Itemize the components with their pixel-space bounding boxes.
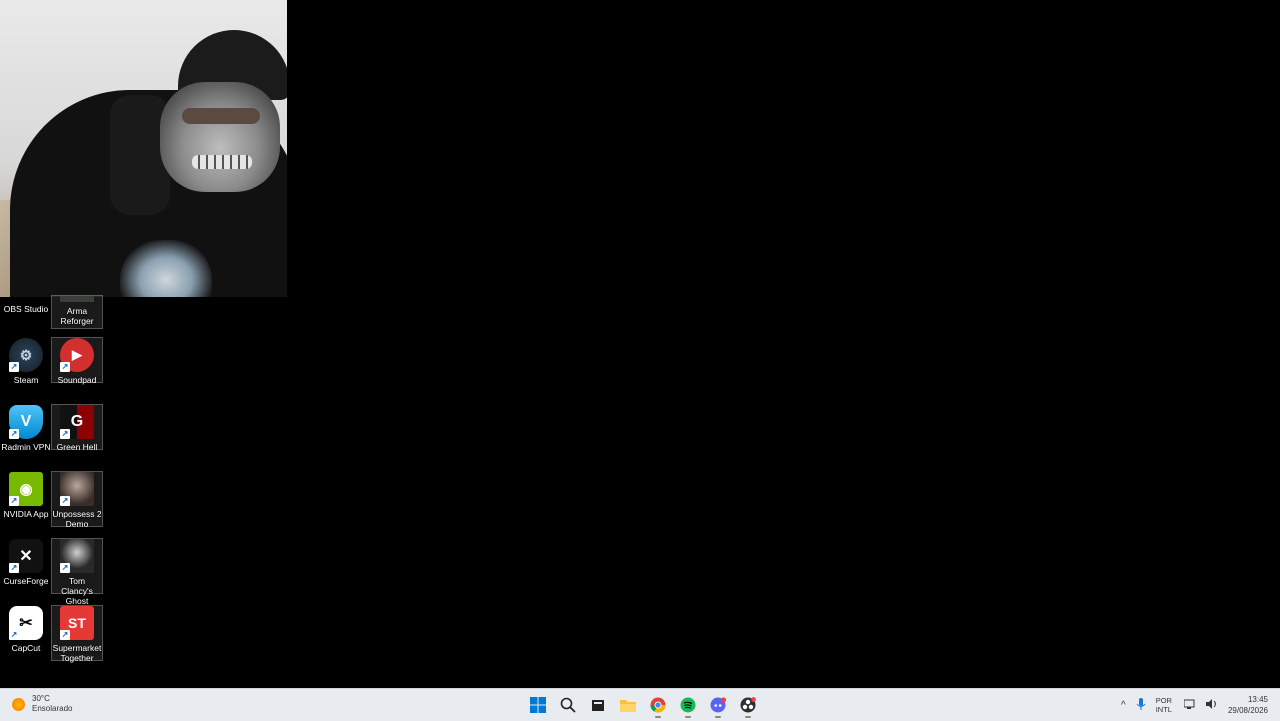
spotify-icon	[680, 697, 696, 713]
webcam-overlay	[0, 0, 287, 297]
desktop-icon-obs-studio[interactable]: OBS Studio	[0, 295, 52, 327]
keyboard-layout: INTL	[1155, 705, 1172, 714]
icon-label: CurseForge	[3, 576, 49, 586]
microphone-icon[interactable]	[1136, 697, 1146, 713]
nvidia-app-icon: ◉ ↗	[9, 472, 43, 506]
spotify-button[interactable]	[676, 693, 700, 718]
volume-icon[interactable]	[1205, 698, 1218, 712]
obs-button[interactable]	[736, 693, 760, 718]
obs-icon	[740, 697, 756, 713]
supermarket-together-icon: ST ↗	[60, 606, 94, 640]
language-code: POR	[1155, 696, 1172, 705]
mask-eyes	[182, 108, 260, 124]
task-view-button[interactable]	[586, 693, 610, 717]
clock-time: 13:45	[1247, 695, 1268, 704]
unpossess-icon: ↗	[60, 472, 94, 506]
sun-icon	[12, 697, 25, 711]
file-explorer-icon	[620, 700, 636, 712]
soundpad-icon: ▶ ↗	[60, 338, 94, 372]
mask-teeth	[192, 155, 252, 169]
steam-icon: ⚙ ↗	[9, 338, 43, 372]
weather-condition: Ensolarado	[32, 704, 73, 713]
desktop-icon-capcut[interactable]: ✂ ↗ CapCut	[0, 605, 52, 653]
chevron-up-icon[interactable]: ^	[1121, 700, 1126, 711]
desktop-icon-unpossess-2-demo[interactable]: ↗ Unpossess 2 Demo	[51, 471, 103, 529]
start-button[interactable]	[526, 693, 550, 717]
file-explorer-button[interactable]	[616, 693, 640, 717]
desktop-icon-steam[interactable]: ⚙ ↗ Steam	[0, 337, 52, 385]
taskbar-apps	[526, 693, 760, 718]
ghost-recon-icon: ↗	[60, 539, 94, 573]
clock[interactable]: 13:45 29/08/2026	[1228, 694, 1268, 716]
system-tray: ^ POR INTL 13:45 29/08/2026	[1121, 689, 1280, 721]
desktop-icon-supermarket-together[interactable]: ST ↗ Supermarket Together	[51, 605, 103, 663]
icon-label: Supermarket Together	[52, 643, 102, 663]
taskbar: 30°C Ensolarado ^ POR INTL 13:45 29/08/2…	[0, 688, 1280, 721]
skull-mask	[160, 82, 280, 192]
desktop-icon-soundpad[interactable]: ▶ ↗ Soundpad	[51, 337, 103, 385]
discord-icon	[710, 697, 726, 713]
desktop-icon-radmin-vpn[interactable]: V ↗ Radmin VPN	[0, 404, 52, 452]
arma-reforger-icon	[60, 296, 94, 302]
desktop-icon-ghost-recon[interactable]: ↗ Tom Clancy's Ghost Reco...	[51, 538, 103, 616]
clock-date: 29/08/2026	[1227, 706, 1268, 715]
task-view-icon	[592, 700, 604, 711]
desktop-icon-nvidia-app[interactable]: ◉ ↗ NVIDIA App	[0, 471, 52, 519]
search-button[interactable]	[556, 693, 580, 717]
weather-widget[interactable]: 30°C Ensolarado	[12, 694, 72, 714]
curseforge-icon: ✕ ↗	[9, 539, 43, 573]
icon-label: CapCut	[11, 643, 41, 653]
desktop-icon-green-hell[interactable]: G ↗ Green Hell	[51, 404, 103, 452]
icon-label: NVIDIA App	[3, 509, 49, 519]
icon-label: OBS Studio	[3, 304, 49, 314]
discord-button[interactable]	[706, 693, 730, 718]
icon-label: Unpossess 2 Demo	[52, 509, 102, 529]
search-icon	[560, 697, 576, 713]
desktop-icon-curseforge[interactable]: ✕ ↗ CurseForge	[0, 538, 52, 586]
icon-label: Green Hell	[56, 442, 98, 452]
language-indicator[interactable]: POR INTL	[1156, 696, 1172, 714]
green-hell-icon: G ↗	[60, 405, 94, 439]
weather-temperature: 30°C	[32, 694, 50, 703]
chrome-button[interactable]	[646, 693, 670, 718]
network-icon[interactable]	[1183, 699, 1196, 712]
icon-label: Soundpad	[57, 375, 97, 385]
icon-label: Steam	[13, 375, 39, 385]
capcut-icon: ✂ ↗	[9, 606, 43, 640]
radmin-vpn-icon: V ↗	[9, 405, 43, 439]
windows-start-icon	[530, 697, 546, 713]
icon-label: Arma Reforger	[60, 306, 94, 326]
desktop-icon-arma-reforger[interactable]: Arma Reforger	[51, 295, 103, 329]
icon-label: Radmin VPN	[1, 442, 51, 452]
chrome-icon	[650, 697, 666, 713]
